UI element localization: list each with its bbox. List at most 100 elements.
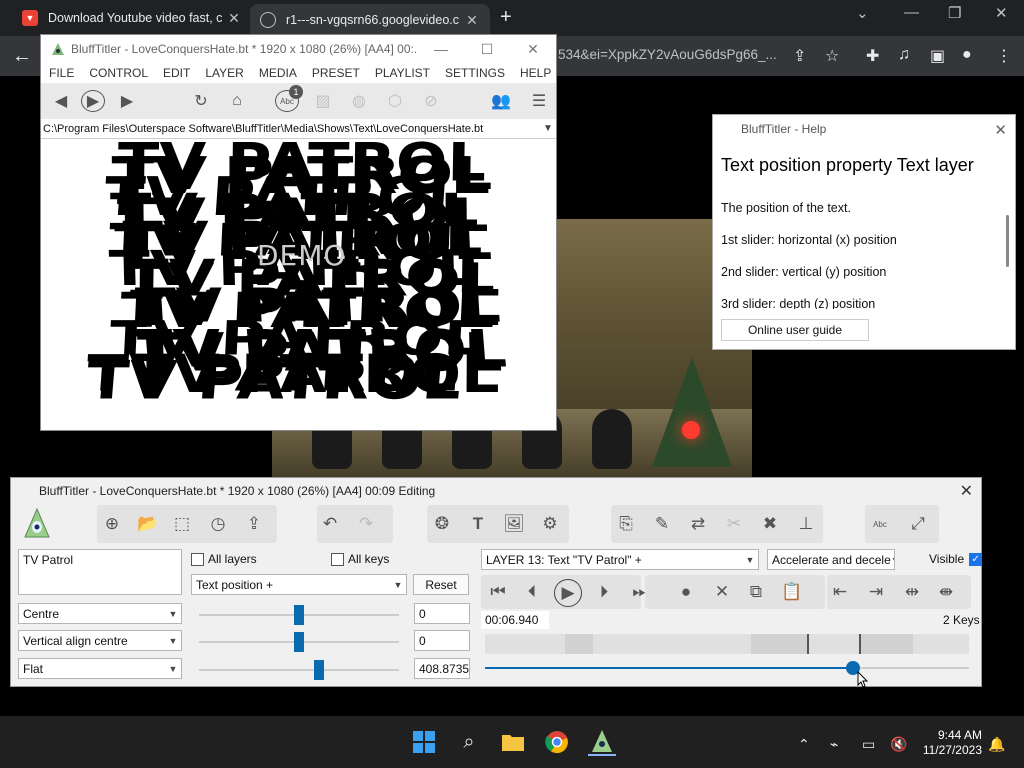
close-icon[interactable]: ✕: [994, 121, 1007, 139]
browser-tab-youtube[interactable]: ▼ Download Youtube video fast, c ✕: [12, 4, 252, 32]
menu-help[interactable]: HELP: [520, 66, 551, 80]
skip-to-start-icon[interactable]: ⏮: [485, 580, 511, 604]
help-scrollbar[interactable]: [1006, 215, 1009, 267]
paste-key-icon[interactable]: 📋: [779, 580, 805, 604]
expand-keys-icon[interactable]: ⇹: [899, 580, 925, 604]
all-keys-checkbox[interactable]: All keys: [331, 552, 389, 566]
property-select[interactable]: Text position + ▼: [191, 574, 407, 595]
layer-delete-icon[interactable]: ✖: [757, 511, 783, 537]
hamburger-menu-icon[interactable]: ☰: [527, 90, 551, 112]
timeline-bar[interactable]: [485, 634, 969, 654]
play-icon[interactable]: ▶: [554, 579, 582, 607]
x-slider-thumb[interactable]: [294, 605, 304, 625]
image-layer-icon[interactable]: 🖼: [501, 511, 527, 537]
spread-keys-icon[interactable]: ⇼: [933, 580, 959, 604]
extensions-icon[interactable]: ✚: [866, 46, 879, 66]
preview-canvas[interactable]: TV PATROL TV PATROL TV PATROL TV PATROL TV P…: [41, 139, 556, 429]
layer-bottom-icon[interactable]: ⊥: [793, 511, 819, 537]
chrome-icon[interactable]: [543, 728, 571, 756]
back-arrow-icon[interactable]: ←: [12, 45, 32, 68]
close-button[interactable]: ✕: [510, 41, 556, 58]
close-icon[interactable]: ✕: [960, 481, 973, 501]
align-select[interactable]: Centre ▼: [18, 603, 182, 624]
blufftitler-icon[interactable]: [588, 728, 616, 756]
add-layer-icon[interactable]: ⊕: [99, 511, 125, 537]
copy-key-icon[interactable]: ⧉: [743, 580, 769, 604]
easing-select[interactable]: Accelerate and decele▼: [767, 549, 895, 570]
chevron-up-icon[interactable]: ⌃: [798, 736, 810, 753]
valign-select[interactable]: Vertical align centre ▼: [18, 630, 182, 651]
y-value-field[interactable]: 0: [414, 630, 470, 651]
z-value-field[interactable]: 408.87359: [414, 658, 470, 679]
close-tab-icon[interactable]: ✕: [464, 12, 480, 29]
select-frame-icon[interactable]: ⬚: [169, 511, 195, 537]
browser-tab-googlevideo[interactable]: r1---sn-vgqsrn66.googlevideo.c ✕: [250, 4, 490, 36]
menu-preset[interactable]: PRESET: [312, 66, 360, 80]
close-window-button[interactable]: ✕: [995, 4, 1008, 22]
step-forward-icon[interactable]: ⏵: [591, 580, 617, 604]
effect-layer-icon[interactable]: ❂: [429, 511, 455, 537]
z-slider-track[interactable]: [199, 669, 399, 671]
import-icon[interactable]: ⇪: [241, 511, 267, 537]
keyframe-marker[interactable]: [807, 634, 809, 654]
layer-copy-icon[interactable]: ⎘: [613, 511, 639, 537]
close-tab-icon[interactable]: ✕: [226, 10, 242, 27]
text-input[interactable]: TV Patrol: [18, 549, 182, 595]
home-icon[interactable]: ⌂: [225, 90, 249, 112]
refresh-icon[interactable]: ↻: [189, 90, 213, 112]
shapes-layer-icon[interactable]: ⚙: [537, 511, 563, 537]
abc-expand-icon[interactable]: Abc: [867, 511, 893, 537]
y-slider-thumb[interactable]: [294, 632, 304, 652]
media-icon[interactable]: ♫: [898, 46, 910, 64]
previous-icon[interactable]: ◀: [49, 90, 73, 112]
minimize-button[interactable]: —: [418, 41, 464, 57]
style-select[interactable]: Flat ▼: [18, 658, 182, 679]
sidepanel-icon[interactable]: ▣: [930, 46, 945, 66]
next-key-icon[interactable]: ⇥: [863, 580, 889, 604]
undo-icon[interactable]: ↶: [317, 511, 343, 537]
restore-button[interactable]: ❐: [948, 4, 961, 22]
network-icon[interactable]: ⌁: [830, 736, 838, 753]
all-layers-checkbox[interactable]: All layers: [191, 552, 257, 566]
users-icon[interactable]: 👥: [489, 90, 513, 112]
menu-settings[interactable]: SETTINGS: [445, 66, 505, 80]
delete-key-icon[interactable]: ✕: [709, 580, 735, 604]
profile-icon[interactable]: ●: [962, 46, 972, 64]
menu-file[interactable]: FILE: [49, 66, 74, 80]
z-slider-thumb[interactable]: [314, 660, 324, 680]
record-key-icon[interactable]: ●: [673, 580, 699, 604]
step-back-icon[interactable]: ⏴: [519, 580, 545, 604]
layer-attach-icon[interactable]: ⇄: [685, 511, 711, 537]
prev-key-icon[interactable]: ⇤: [827, 580, 853, 604]
next-icon[interactable]: ▶: [115, 90, 139, 112]
maximize-button[interactable]: ☐: [464, 41, 510, 58]
online-user-guide-button[interactable]: Online user guide: [721, 319, 869, 341]
layer-select[interactable]: LAYER 13: Text "TV Patrol" + ▼: [481, 549, 759, 570]
system-clock[interactable]: 9:44 AM 11/27/2023: [923, 728, 982, 758]
x-value-field[interactable]: 0: [414, 603, 470, 624]
reset-button[interactable]: Reset: [413, 574, 469, 595]
menu-layer[interactable]: LAYER: [205, 66, 243, 80]
menu-edit[interactable]: EDIT: [163, 66, 190, 80]
menu-media[interactable]: MEDIA: [259, 66, 297, 80]
fullscreen-icon[interactable]: ⤢: [905, 511, 931, 537]
share-icon[interactable]: ⇪: [793, 46, 806, 66]
star-icon[interactable]: ☆: [825, 46, 839, 66]
address-bar[interactable]: 534&ei=XppkZY2vAouG6dsPg66_...: [558, 47, 777, 62]
minimize-button[interactable]: —: [904, 4, 919, 21]
keyframe-marker[interactable]: [859, 634, 861, 654]
new-tab-button[interactable]: +: [500, 6, 512, 29]
layer-edit-icon[interactable]: ✎: [649, 511, 675, 537]
show-path-select[interactable]: C:\Program Files\Outerspace Software\Blu…: [41, 119, 556, 139]
menu-control[interactable]: CONTROL: [89, 66, 148, 80]
file-explorer-icon[interactable]: [499, 728, 527, 756]
tab-search-icon[interactable]: ⌄: [856, 4, 869, 22]
display-icon[interactable]: ▭: [862, 736, 875, 753]
menu-icon[interactable]: ⋮: [996, 46, 1012, 66]
visible-checkbox[interactable]: Visible ✓: [929, 552, 986, 566]
play-icon[interactable]: ▶: [81, 90, 105, 112]
open-folder-icon[interactable]: 📂: [135, 511, 161, 537]
search-icon[interactable]: ⌕: [455, 728, 483, 756]
windows-start-icon[interactable]: [410, 728, 438, 756]
time-field[interactable]: 00:06.940: [481, 611, 549, 629]
